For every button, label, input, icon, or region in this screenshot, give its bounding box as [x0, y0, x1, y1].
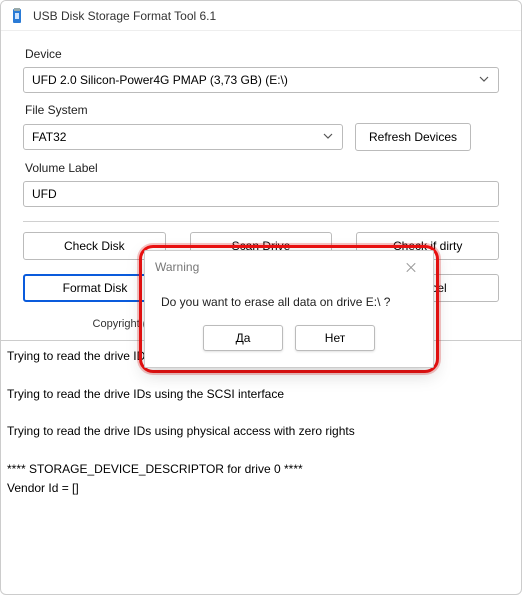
- log-line: Vendor Id = []: [7, 481, 515, 497]
- chevron-down-icon: [322, 130, 334, 145]
- window-title: USB Disk Storage Format Tool 6.1: [33, 9, 216, 23]
- log-line: **** STORAGE_DEVICE_DESCRIPTOR for drive…: [7, 462, 515, 478]
- usb-disk-icon: [9, 8, 25, 24]
- dialog-titlebar: Warning: [145, 251, 433, 283]
- dialog-title: Warning: [155, 260, 199, 274]
- dialog-message: Do you want to erase all data on drive E…: [145, 283, 433, 315]
- divider: [23, 221, 499, 222]
- dialog-yes-button[interactable]: Да: [203, 325, 283, 351]
- close-icon: [405, 261, 417, 273]
- main-window: USB Disk Storage Format Tool 6.1 Device …: [0, 0, 522, 595]
- log-line: Trying to read the drive IDs using physi…: [7, 424, 515, 440]
- device-value: UFD 2.0 Silicon-Power4G PMAP (3,73 GB) (…: [32, 73, 288, 87]
- device-select[interactable]: UFD 2.0 Silicon-Power4G PMAP (3,73 GB) (…: [23, 67, 499, 93]
- chevron-down-icon: [478, 73, 490, 88]
- dialog-no-button[interactable]: Нет: [295, 325, 375, 351]
- filesystem-label: File System: [25, 103, 499, 117]
- filesystem-value: FAT32: [32, 130, 66, 144]
- highlight-outline: Warning Do you want to erase all data on…: [139, 245, 439, 373]
- titlebar: USB Disk Storage Format Tool 6.1: [1, 1, 521, 31]
- dialog-close-button[interactable]: [399, 255, 423, 279]
- refresh-devices-button[interactable]: Refresh Devices: [355, 123, 471, 151]
- volume-label-label: Volume Label: [25, 161, 499, 175]
- warning-dialog: Warning Do you want to erase all data on…: [144, 250, 434, 368]
- log-line: Trying to read the drive IDs using the S…: [7, 387, 515, 403]
- filesystem-select[interactable]: FAT32: [23, 124, 343, 150]
- device-label: Device: [25, 47, 499, 61]
- volume-label-input[interactable]: [23, 181, 499, 207]
